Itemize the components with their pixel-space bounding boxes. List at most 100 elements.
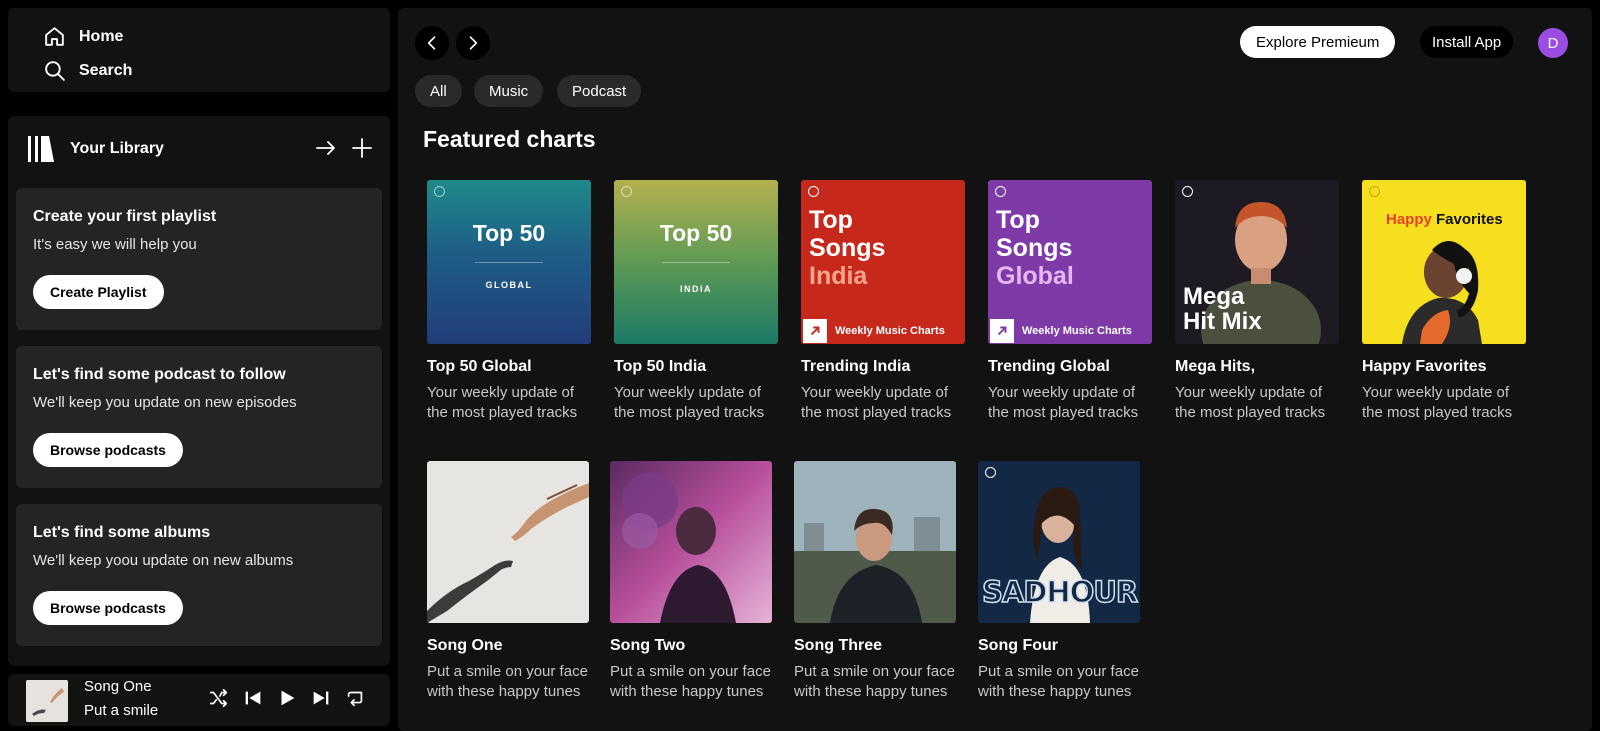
card-subtitle: Put a smile on your face with these happ… [978, 663, 1139, 700]
cover-divider [662, 262, 730, 263]
cover-line-1: Top [996, 206, 1040, 234]
song-card-four[interactable]: SADHOUR Song Four Put a smile on your fa… [978, 461, 1148, 702]
cover-subtitle: GLOBAL [485, 280, 533, 290]
spotify-logo-icon [621, 186, 632, 197]
weekly-charts-tag: Weekly Music Charts [801, 318, 965, 344]
library-card-albums: Let's find some albums We'll keep yoou u… [16, 504, 382, 646]
library-card-subtitle: It's easy we will help you [33, 236, 197, 253]
back-button[interactable] [415, 26, 449, 60]
spotify-logo-icon [985, 467, 996, 478]
cover-title: Mega Hit Mix [1183, 284, 1262, 334]
nav-home-label: Home [79, 27, 124, 45]
flowers-artwork [610, 461, 772, 623]
weekly-charts-tag: Weekly Music Charts [988, 318, 1152, 344]
library-card-podcast: Let's find some podcast to follow We'll … [16, 346, 382, 488]
song-cover [794, 461, 956, 623]
arrow-right-icon[interactable] [314, 136, 338, 160]
card-subtitle: Your weekly update of the most played tr… [1362, 384, 1513, 421]
card-subtitle: Your weekly update of the most played tr… [427, 384, 578, 421]
library-icon [28, 136, 54, 162]
song-card-three[interactable]: Song Three Put a smile on your face with… [794, 461, 964, 702]
hands-artwork [427, 461, 589, 623]
repeat-icon[interactable] [344, 687, 366, 709]
card-title: Song Two [610, 637, 686, 654]
song-card-one[interactable]: Song One Put a smile on your face with t… [427, 461, 597, 702]
library-header[interactable]: Your Library [26, 134, 164, 164]
plus-icon[interactable] [350, 136, 374, 160]
next-icon[interactable] [310, 687, 332, 709]
main-panel: Explore Premieum Install App D All Music… [398, 8, 1592, 731]
card-subtitle: Put a smile on your face with these happ… [794, 663, 955, 700]
explore-premium-button[interactable]: Explore Premieum [1240, 26, 1396, 58]
chart-card-happy-favorites[interactable]: Happy Favorites Happy Favorites Your wee… [1362, 180, 1532, 423]
home-icon [45, 27, 64, 46]
spotify-logo-icon [434, 186, 445, 197]
browse-podcasts-button[interactable]: Browse podcasts [33, 433, 183, 467]
weekly-charts-label: Weekly Music Charts [1022, 325, 1132, 337]
spotify-logo-icon [808, 186, 819, 197]
forward-button[interactable] [456, 26, 490, 60]
nav-search[interactable]: Search [42, 58, 132, 83]
card-title: Song Three [794, 637, 883, 654]
chevron-right-icon [469, 36, 478, 50]
cover-title: Happy Favorites [1386, 211, 1503, 228]
chart-cover: Top 50 GLOBAL [427, 180, 591, 344]
play-icon[interactable] [276, 687, 298, 709]
chart-card-top50-global[interactable]: Top 50 GLOBAL Top 50 Global Your weekly … [427, 180, 597, 423]
install-app-button[interactable]: Install App [1420, 26, 1514, 58]
chart-cover: Top Songs Global Weekly Music Charts [988, 180, 1152, 344]
song-cover [610, 461, 772, 623]
card-title: Happy Favorites [1362, 358, 1487, 375]
chart-card-trending-india[interactable]: Top Songs India Weekly Music Charts Tren… [801, 180, 971, 423]
weekly-charts-label: Weekly Music Charts [835, 325, 945, 337]
artist-photo [1362, 180, 1526, 344]
chart-card-trending-global[interactable]: Top Songs Global Weekly Music Charts Tre… [988, 180, 1158, 423]
card-title: Trending Global [988, 358, 1110, 375]
filter-chip-podcast[interactable]: Podcast [557, 75, 642, 107]
library-title: Your Library [70, 140, 164, 157]
song-card-two[interactable]: Song Two Put a smile on your face with t… [610, 461, 780, 702]
cover-title: Top 50 [659, 220, 733, 246]
previous-icon[interactable] [242, 687, 264, 709]
portrait-artwork [794, 461, 956, 623]
card-title: Top 50 Global [427, 358, 532, 375]
cover-line-2: Songs [996, 234, 1073, 262]
library-card-playlist: Create your first playlist It's easy we … [16, 188, 382, 330]
browse-albums-button[interactable]: Browse podcasts [33, 591, 183, 625]
spotify-logo-icon [1182, 186, 1193, 197]
filter-chip-music[interactable]: Music [474, 75, 544, 107]
player-album-art [26, 680, 68, 722]
library-actions [314, 136, 374, 160]
search-icon [45, 61, 65, 81]
chart-cover: Happy Favorites [1362, 180, 1526, 344]
chart-card-mega-hits[interactable]: Mega Hit Mix Mega Hits, Your weekly upda… [1175, 180, 1345, 423]
cover-line-2: Songs [809, 234, 886, 262]
chart-card-top50-india[interactable]: Top 50 INDIA Top 50 India Your weekly up… [614, 180, 784, 423]
song-cover [427, 461, 589, 623]
library-card-subtitle: We'll keep yoou update on new albums [33, 552, 294, 569]
chart-cover: Top Songs India Weekly Music Charts [801, 180, 965, 344]
card-subtitle: Put a smile on your face with these happ… [610, 663, 771, 700]
song-cover: SADHOUR [978, 461, 1140, 623]
cover-line-1: Happy [1386, 211, 1432, 228]
filter-chip-all[interactable]: All [415, 75, 462, 107]
cover-line-3: Global [996, 262, 1074, 290]
cover-title: Top Songs Global [996, 206, 1074, 290]
cover-line-2: Hit Mix [1183, 308, 1262, 335]
card-subtitle: Put a smile on your face with these happ… [427, 663, 588, 700]
cover-line-3: India [809, 262, 868, 290]
chart-cover: Mega Hit Mix [1175, 180, 1339, 344]
nav-search-label: Search [79, 61, 133, 79]
trending-arrow-icon [803, 319, 827, 343]
cover-divider [475, 262, 543, 263]
cover-subtitle: INDIA [680, 284, 712, 294]
shuffle-icon[interactable] [208, 687, 230, 709]
library-card-title: Create your first playlist [33, 208, 217, 225]
spotify-logo-icon [1369, 186, 1380, 197]
player-track-title: Song One [84, 678, 152, 695]
avatar[interactable]: D [1538, 28, 1568, 58]
library-card-subtitle: We'll keep you update on new episodes [33, 394, 297, 411]
create-playlist-button[interactable]: Create Playlist [33, 275, 164, 309]
card-title: Song One [427, 637, 503, 654]
nav-home[interactable]: Home [42, 24, 123, 49]
